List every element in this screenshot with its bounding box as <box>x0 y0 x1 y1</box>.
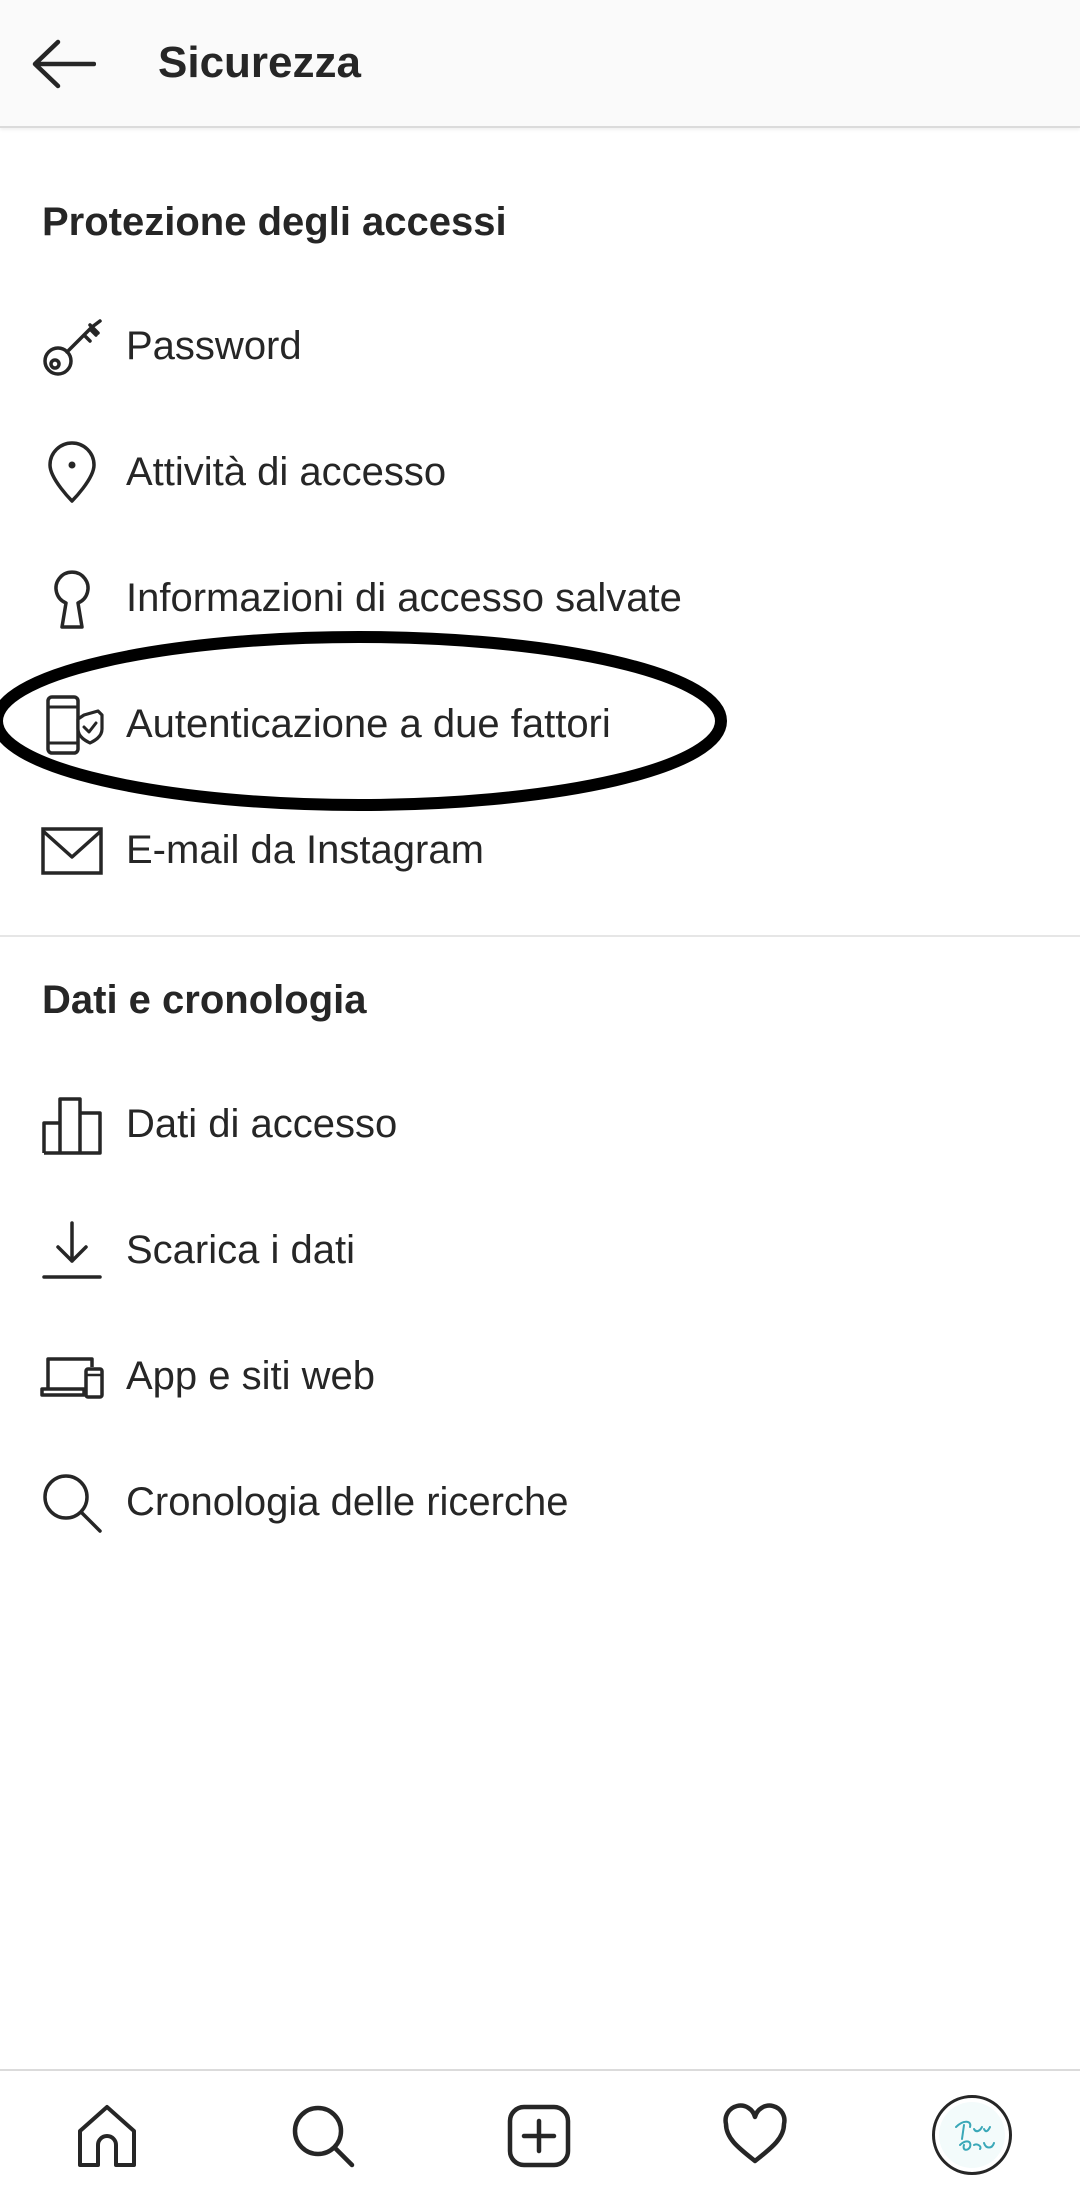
menu-item-two-factor-auth[interactable]: Autenticazione a due fattori <box>0 670 1080 780</box>
nav-search-button[interactable] <box>288 2101 358 2171</box>
search-icon <box>43 1474 102 1533</box>
heart-icon <box>723 2103 787 2164</box>
search-icon <box>292 2105 355 2168</box>
location-pin-icon <box>48 441 96 503</box>
bar-chart-icon <box>42 1097 102 1155</box>
download-icon <box>42 1221 102 1279</box>
menu-item-label: Scarica i dati <box>126 1228 355 1272</box>
menu-item-label: Attività di accesso <box>126 450 447 494</box>
menu-item-label: E-mail da Instagram <box>126 828 484 872</box>
menu-item-instagram-email[interactable]: E-mail da Instagram <box>0 796 1080 906</box>
top-app-bar: Sicurezza <box>0 0 1080 128</box>
phone-shield-icon <box>46 695 104 755</box>
menu-item-label: App e siti web <box>126 1354 376 1398</box>
section-title-data-history: Dati e cronologia <box>42 978 367 1022</box>
avatar-logo-icon <box>955 2120 995 2151</box>
menu-item-search-history[interactable]: Cronologia delle ricerche <box>0 1448 1080 1558</box>
plus-square-icon <box>507 2104 571 2168</box>
envelope-icon <box>41 827 103 875</box>
menu-item-password[interactable]: Password <box>0 292 1080 402</box>
menu-item-label: Informazioni di accesso salvate <box>126 576 682 620</box>
keyhole-icon <box>54 570 90 629</box>
section-title-access-protection: Protezione degli accessi <box>42 200 507 244</box>
menu-item-label: Cronologia delle ricerche <box>126 1480 569 1524</box>
menu-item-login-activity[interactable]: Attività di accesso <box>0 418 1080 528</box>
back-button[interactable] <box>28 32 98 96</box>
menu-item-saved-login-info[interactable]: Informazioni di accesso salvate <box>0 544 1080 654</box>
menu-item-label: Password <box>126 324 302 368</box>
menu-item-label: Autenticazione a due fattori <box>126 702 611 746</box>
bottom-navigation <box>0 2069 1080 2198</box>
laptop-phone-icon <box>40 1357 104 1399</box>
section-divider <box>0 935 1080 937</box>
page-title: Sicurezza <box>158 38 361 87</box>
nav-create-button[interactable] <box>504 2101 574 2171</box>
menu-item-access-data[interactable]: Dati di accesso <box>0 1070 1080 1180</box>
menu-item-apps-websites[interactable]: App e siti web <box>0 1322 1080 1432</box>
key-icon <box>43 319 102 376</box>
home-icon <box>78 2105 136 2167</box>
avatar-image <box>939 2102 1005 2168</box>
profile-avatar[interactable] <box>932 2095 1012 2175</box>
arrow-left-icon <box>32 39 96 89</box>
menu-item-label: Dati di accesso <box>126 1102 398 1146</box>
nav-activity-button[interactable] <box>720 2101 790 2171</box>
nav-home-button[interactable] <box>72 2101 142 2171</box>
menu-item-download-data[interactable]: Scarica i dati <box>0 1196 1080 1306</box>
